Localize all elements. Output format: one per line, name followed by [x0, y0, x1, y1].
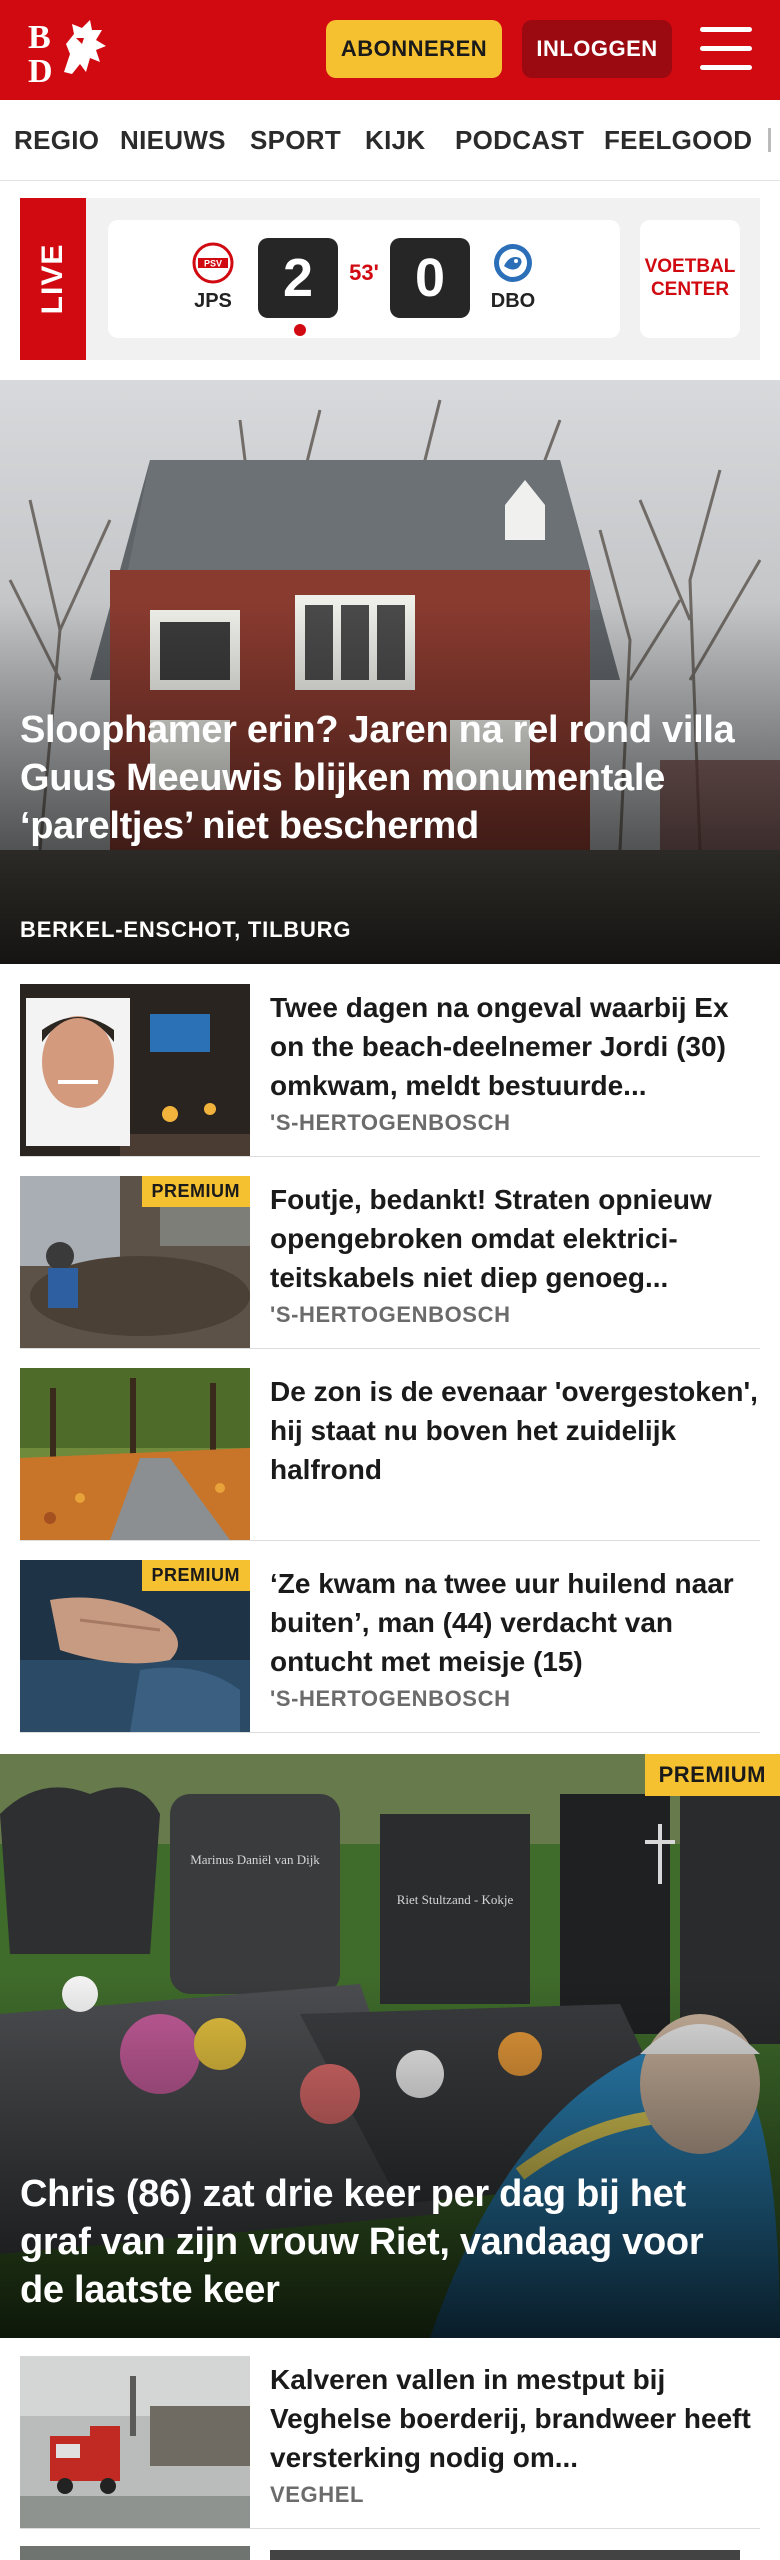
list-item[interactable]: De zon is de evenaar 'overgesto­ken', hi…	[20, 1350, 760, 1541]
hero-title: Sloophamer erin? Jaren na rel rond villa…	[20, 709, 735, 847]
match-card[interactable]: PSV JPS 2 53' 0 DBO	[108, 220, 620, 338]
list-item[interactable]: PREMIUM Foutje, bedankt! Straten opnieuw…	[20, 1158, 760, 1349]
next-article-title-fragment	[270, 2550, 740, 2560]
nav-item-sport[interactable]: SPORT	[250, 100, 341, 180]
away-team: DBO	[478, 242, 548, 313]
list-item[interactable]: Kalveren vallen in mestput bij Veghelse …	[20, 2338, 760, 2529]
bd-logo-icon: B D	[28, 19, 106, 86]
article-location: 'S-HERTOGENBOSCH	[270, 1686, 511, 1711]
bd-logo[interactable]: B D	[24, 14, 120, 86]
subscribe-button[interactable]: ABONNEREN	[326, 20, 502, 78]
section-nav: REGIO NIEUWS SPORT KIJK PODCAST FEELGOOD	[0, 100, 780, 181]
article-location: 'S-HERTOGENBOSCH	[270, 1110, 511, 1135]
home-team: PSV JPS	[178, 242, 248, 313]
article-thumbnail	[20, 1368, 250, 1540]
hero-article-villa[interactable]: Sloophamer erin? Jaren na rel rond villa…	[0, 380, 780, 964]
nav-item-kijk[interactable]: KIJK	[365, 100, 425, 180]
article-title: Foutje, bedankt! Straten opnieuw opengeb…	[270, 1184, 712, 1293]
article-location: 'S-HERTOGENBOSCH	[270, 1302, 511, 1327]
voetbal-center-label-1: VOETBAL	[644, 256, 736, 277]
hero-title: Chris (86) zat drie keer per dag bij het…	[20, 2173, 704, 2311]
nav-item-podcast[interactable]: PODCAST	[455, 100, 584, 180]
article-title: Kalveren vallen in mestput bij Veghelse …	[270, 2364, 751, 2473]
article-thumbnail	[20, 2356, 250, 2528]
den-bosch-badge-icon	[492, 242, 534, 284]
nav-item-regio[interactable]: REGIO	[14, 100, 99, 180]
nav-item-nieuws[interactable]: NIEUWS	[120, 100, 226, 180]
list-item[interactable]: PREMIUM ‘Ze kwam na twee uur huilend naa…	[20, 1542, 760, 1733]
svg-text:B: B	[28, 19, 51, 56]
premium-badge: PREMIUM	[141, 1176, 250, 1207]
psv-badge-icon: PSV	[192, 242, 234, 284]
live-label: LIVE	[36, 243, 69, 315]
nav-item-feelgood[interactable]: FEELGOOD	[604, 100, 752, 180]
premium-badge: PREMIUM	[644, 1754, 780, 1796]
svg-text:D: D	[28, 53, 53, 86]
article-thumbnail	[20, 984, 250, 1156]
article-title: ‘Ze kwam na twee uur huilend naar buiten…	[270, 1568, 734, 1677]
next-article-thumbnail	[20, 2546, 250, 2560]
away-team-name: DBO	[490, 290, 536, 312]
nav-overflow-indicator	[768, 128, 771, 152]
article-title: De zon is de evenaar 'overgesto­ken', hi…	[270, 1376, 758, 1485]
home-score: 2	[258, 238, 338, 318]
svg-text:Riet Stultzand - Kokje: Riet Stultzand - Kokje	[397, 1892, 514, 1907]
svg-text:PSV: PSV	[204, 259, 222, 269]
svg-text:Marinus Daniël van Dijk: Marinus Daniël van Dijk	[190, 1852, 320, 1867]
away-score: 0	[390, 238, 470, 318]
live-tag: LIVE	[20, 198, 86, 360]
article-thumbnail: PREMIUM	[20, 1176, 250, 1348]
login-button[interactable]: INLOGGEN	[522, 20, 672, 78]
hero-location: BERKEL-ENSCHOT, TILBURG	[20, 917, 352, 942]
live-indicator-dot	[294, 324, 306, 336]
hamburger-icon[interactable]	[700, 27, 752, 71]
voetbal-center-link[interactable]: VOETBAL CENTER	[640, 220, 740, 338]
list-item[interactable]: Twee dagen na ongeval waarbij Ex on the …	[20, 966, 760, 1157]
article-title: Twee dagen na ongeval waarbij Ex on the …	[270, 992, 729, 1101]
voetbal-center-label-2: CENTER	[650, 279, 730, 300]
home-team-name: JPS	[194, 290, 232, 312]
article-thumbnail: PREMIUM	[20, 1560, 250, 1732]
match-minute: 53'	[349, 260, 379, 285]
live-score-bar: LIVE PSV JPS 2 53' 0 DBO VOETBAL CENTER	[20, 198, 760, 360]
hero-article-graf[interactable]: Marinus Daniël van Dijk Riet Stultzand -…	[0, 1754, 780, 2338]
premium-badge: PREMIUM	[141, 1560, 250, 1591]
article-location: VEGHEL	[270, 2482, 365, 2507]
top-bar: B D ABONNEREN INLOGGEN	[0, 0, 780, 100]
